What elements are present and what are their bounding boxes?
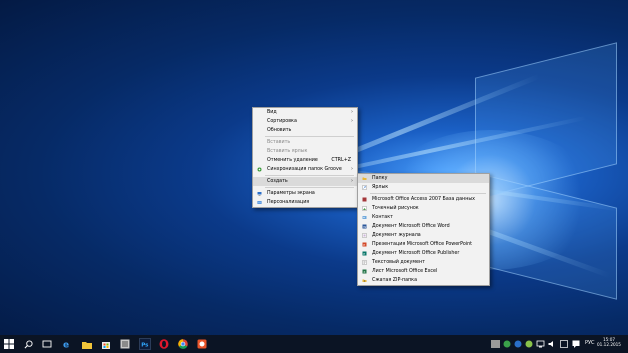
menu-separator (265, 175, 354, 176)
menu-item-paste-shortcut: Вставить ярлык (267, 149, 308, 154)
create-submenu: Папку Ярлык Microsoft Office Access 2007… (357, 173, 490, 286)
menu-item-view[interactable]: Вид › (253, 108, 357, 117)
submenu-item-journal[interactable]: Документ журнала (358, 231, 489, 240)
submenu-item-access[interactable]: Microsoft Office Access 2007 База данных (358, 195, 489, 204)
taskbar-explorer[interactable] (81, 338, 93, 350)
submenu-item-excel[interactable]: X Лист Microsoft Office Excel (358, 267, 489, 276)
menu-separator (265, 136, 354, 137)
access-icon (362, 197, 367, 202)
search-icon (24, 339, 33, 348)
edge-icon: e (63, 341, 69, 350)
taskbar-chrome[interactable] (177, 338, 189, 350)
submenu-item-folder[interactable]: Папку (358, 174, 489, 183)
svg-text:Ps: Ps (141, 343, 149, 349)
shortcut-icon (362, 185, 367, 190)
submenu-item-text[interactable]: Текстовый документ (358, 258, 489, 267)
network-icon[interactable] (536, 340, 545, 348)
groove-sync-icon (257, 167, 262, 172)
submenu-item-shortcut[interactable]: Ярлык (358, 183, 489, 192)
submenu-item-word[interactable]: W Документ Microsoft Office Word (358, 222, 489, 231)
publisher-icon: P (362, 251, 367, 256)
submenu-item-powerpoint[interactable]: P Презентация Microsoft Office PowerPoin… (358, 240, 489, 249)
windows-logo-icon (4, 339, 14, 349)
tray-app-icon[interactable] (560, 340, 568, 348)
taskbar-opera[interactable] (158, 338, 170, 350)
taskbar-app[interactable] (119, 338, 131, 350)
menu-item-sort[interactable]: Сортировка › (253, 117, 357, 126)
svg-text:P: P (363, 243, 365, 247)
svg-text:P: P (363, 252, 365, 256)
app-icon (197, 339, 207, 349)
notifications-icon[interactable] (572, 340, 580, 348)
chevron-right-icon: › (351, 118, 353, 124)
svg-text:e: e (63, 341, 69, 350)
submenu-item-publisher[interactable]: P Документ Microsoft Office Publisher (358, 249, 489, 258)
menu-separator (370, 193, 486, 194)
submenu-item-bitmap[interactable]: Точечный рисунок (358, 204, 489, 213)
personalization-icon (257, 201, 262, 204)
submenu-item-zip[interactable]: Сжатая ZIP-папка (358, 276, 489, 285)
menu-item-personalization[interactable]: Персонализация (253, 198, 357, 207)
contact-icon (362, 216, 367, 219)
store-icon (102, 342, 110, 349)
chrome-icon (178, 339, 188, 349)
menu-separator (265, 187, 354, 188)
image-viewer-icon (120, 339, 130, 349)
photoshop-icon: Ps (140, 339, 150, 349)
menu-item-undo-delete[interactable]: Отменить удаление CTRL+Z (253, 156, 357, 165)
chevron-right-icon: › (351, 178, 353, 184)
submenu-item-contact[interactable]: Контакт (358, 213, 489, 222)
clock-date: 01.12.2015 (597, 342, 621, 347)
task-view-icon (42, 340, 52, 348)
start-button[interactable] (3, 338, 15, 350)
task-view-button[interactable] (41, 338, 53, 350)
menu-item-display-settings[interactable]: Параметры экрана (253, 189, 357, 198)
menu-item-paste: Вставить (267, 140, 291, 145)
powerpoint-icon: P (362, 242, 367, 247)
tray-app-icon[interactable] (514, 340, 522, 348)
word-icon: W (362, 224, 367, 229)
opera-icon (159, 339, 169, 349)
excel-icon: X (362, 269, 367, 274)
tray-app-icon[interactable] (503, 340, 511, 348)
taskbar: e Ps РУС 15:07 01.12.2015 (0, 335, 628, 353)
text-icon (362, 260, 367, 265)
taskbar-clock[interactable]: 15:07 01.12.2015 (596, 337, 622, 347)
volume-icon[interactable] (548, 340, 556, 348)
bitmap-icon (362, 206, 367, 211)
chevron-right-icon: › (351, 166, 353, 172)
search-button[interactable] (22, 338, 34, 350)
language-indicator[interactable]: РУС (585, 340, 595, 346)
folder-icon (362, 177, 367, 180)
taskbar-photoshop[interactable]: Ps (139, 338, 151, 350)
menu-item-create[interactable]: Создать › (253, 177, 357, 186)
window-pane (475, 42, 617, 200)
taskbar-edge[interactable]: e (61, 338, 73, 350)
svg-text:X: X (363, 270, 365, 274)
desktop-context-menu: Вид › Сортировка › Обновить Вставить Встав… (252, 107, 358, 208)
tray-app-icon[interactable] (491, 340, 500, 348)
menu-item-refresh[interactable]: Обновить (253, 126, 357, 135)
chevron-right-icon: › (351, 109, 353, 115)
tray-app-icon[interactable] (525, 340, 533, 348)
file-explorer-icon (82, 341, 92, 349)
journal-icon (362, 233, 367, 238)
display-settings-icon (257, 192, 262, 196)
shortcut-label: CTRL+Z (331, 158, 351, 163)
zip-folder-icon (362, 279, 367, 282)
taskbar-app-2[interactable] (196, 338, 208, 350)
taskbar-store[interactable] (100, 338, 112, 350)
svg-text:W: W (363, 225, 366, 229)
menu-item-groove-sync[interactable]: Синхронизация папок Groove › (253, 165, 357, 174)
